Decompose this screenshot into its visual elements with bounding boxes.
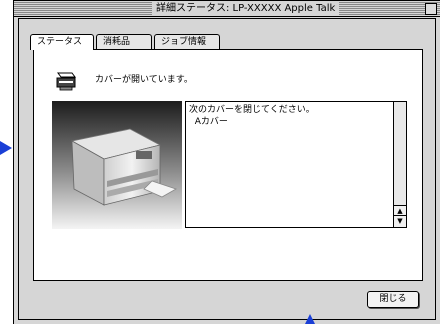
- tab-consumables[interactable]: 消耗品: [96, 34, 152, 49]
- close-box-icon[interactable]: [425, 3, 437, 15]
- printer-photo: [52, 101, 182, 229]
- title-bar[interactable]: 詳細ステータス: LP-XXXXX Apple Talk: [14, 1, 440, 17]
- instruction-line: Aカバー: [189, 117, 228, 127]
- callout-arrow-right-icon: [0, 141, 12, 155]
- scroll-down-icon[interactable]: ▼: [394, 215, 406, 227]
- window-title: 詳細ステータス: LP-XXXXX Apple Talk: [152, 2, 340, 15]
- instruction-textbox[interactable]: 次のカバーを閉じてください。 Aカバー ▲ ▼: [185, 101, 407, 228]
- status-message: カバーが開いています。: [95, 75, 193, 85]
- tab-status[interactable]: ステータス: [30, 34, 94, 50]
- tab-job-info[interactable]: ジョブ情報: [154, 34, 220, 49]
- vertical-scrollbar[interactable]: ▲ ▼: [393, 102, 406, 227]
- instruction-lines: 次のカバーを閉じてください。 Aカバー: [189, 104, 315, 128]
- instruction-line: 次のカバーを閉じてください。: [189, 105, 315, 115]
- callout-arrow-up-icon: [305, 314, 315, 324]
- printer-icon: [56, 72, 76, 91]
- close-button[interactable]: 閉じる: [367, 291, 419, 308]
